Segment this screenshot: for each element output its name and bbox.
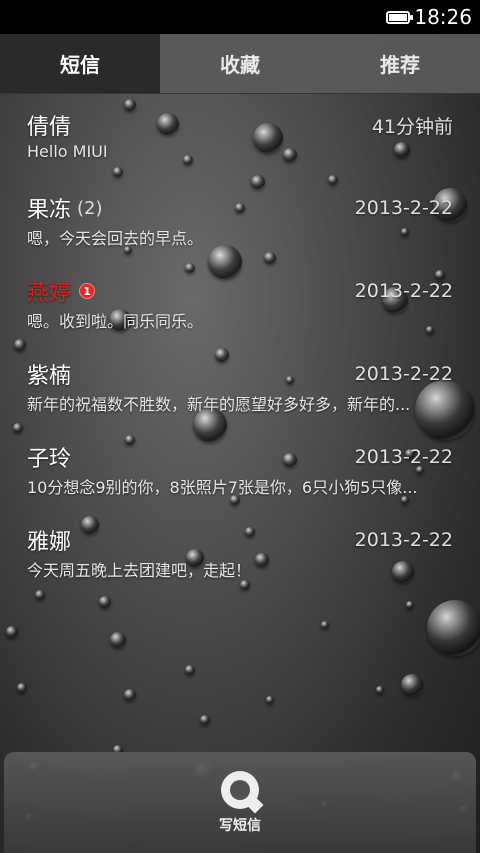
conversation-row[interactable]: 雅娜 2013-2-22 今天周五晚上去团建吧，走起！: [0, 509, 480, 592]
raindrop: [376, 686, 384, 694]
conversation-row[interactable]: 紫楠 2013-2-22 新年的祝福数不胜数，新年的愿望好多好多，新年的...: [0, 343, 480, 426]
unread-badge: 1: [79, 283, 96, 299]
contact-name: 子玲: [27, 447, 72, 472]
tab-label: 收藏: [220, 53, 260, 77]
contact-name: 倩倩: [27, 115, 72, 140]
message-date: 2013-2-22: [354, 529, 453, 551]
message-count: (2): [77, 197, 103, 219]
tab-label: 推荐: [380, 53, 420, 77]
status-time: 18:26: [414, 5, 472, 29]
raindrop: [401, 674, 423, 696]
contact-name: 燕婷: [27, 281, 72, 306]
raindrop: [185, 665, 195, 675]
message-date: 2013-2-22: [354, 363, 453, 385]
tab-recommended[interactable]: 推荐: [320, 34, 480, 93]
raindrop: [406, 601, 414, 609]
message-preview: Hello MIUI: [27, 142, 108, 161]
raindrop: [321, 621, 329, 629]
message-date: 2013-2-22: [354, 197, 453, 219]
conversation-row[interactable]: 果冻 (2) 2013-2-22 嗯，今天会回去的早点。: [0, 177, 480, 260]
contact-name: 雅娜: [27, 530, 72, 555]
message-preview: 新年的祝福数不胜数，新年的愿望好多好多，新年的...: [27, 395, 411, 414]
sms-screen: 18:26 短信 收藏 推荐 倩倩 41分钟前 Hello MIUI 果冻 (2…: [0, 0, 480, 853]
message-preview: 嗯。收到啦。同乐同乐。: [27, 312, 204, 331]
message-preview: 嗯，今天会回去的早点。: [27, 229, 204, 248]
conversation-list: 倩倩 41分钟前 Hello MIUI 果冻 (2) 2013-2-22 嗯，今…: [0, 94, 480, 592]
contact-name: 果冻: [27, 198, 72, 223]
raindrop: [427, 600, 480, 656]
battery-icon: [386, 10, 414, 24]
message-date: 2013-2-22: [354, 446, 453, 468]
raindrop: [17, 683, 27, 693]
raindrop: [99, 596, 111, 608]
raindrop: [110, 632, 126, 648]
message-date: 2013-2-22: [354, 280, 453, 302]
status-bar: 18:26: [0, 0, 480, 34]
conversation-row[interactable]: 子玲 2013-2-22 10分想念9别的你，8张照片7张是你，6只小狗5只像.…: [0, 426, 480, 509]
tab-bar: 短信 收藏 推荐: [0, 34, 480, 94]
tab-favorites[interactable]: 收藏: [160, 34, 320, 93]
message-date: 41分钟前: [371, 115, 453, 138]
raindrop: [200, 715, 210, 725]
raindrop: [266, 696, 274, 704]
message-preview: 今天周五晚上去团建吧，走起！: [27, 561, 252, 580]
compose-label: 写短信: [219, 817, 261, 834]
contact-name: 紫楠: [27, 364, 72, 389]
conversation-row[interactable]: 燕婷 1 2013-2-22 嗯。收到啦。同乐同乐。: [0, 260, 480, 343]
raindrop: [6, 626, 18, 638]
compose-chat-icon: [221, 770, 259, 809]
raindrop: [124, 689, 136, 701]
compose-button[interactable]: 写短信: [4, 752, 476, 853]
tab-sms[interactable]: 短信: [0, 34, 160, 93]
tab-label: 短信: [60, 53, 100, 77]
message-preview: 10分想念9别的你，8张照片7张是你，6只小狗5只像...: [27, 478, 418, 497]
conversation-row[interactable]: 倩倩 41分钟前 Hello MIUI: [0, 94, 480, 177]
